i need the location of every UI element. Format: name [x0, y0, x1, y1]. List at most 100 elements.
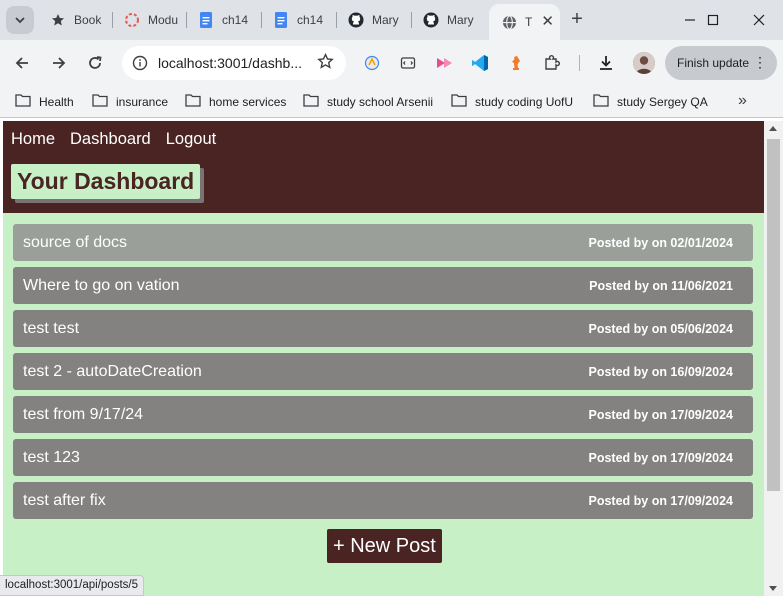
google-docs-icon [198, 12, 214, 28]
main-nav: Home Dashboard Logout [11, 130, 216, 149]
post-meta: Posted by on 17/09/2024 [588, 407, 733, 422]
vscode-icon[interactable] [470, 53, 490, 73]
address-bar[interactable]: localhost:3001/dashb... [122, 46, 346, 80]
bookmark-label: study school Arsenii [327, 94, 434, 109]
post-title[interactable]: test 2 - autoDateCreation [23, 363, 202, 381]
post-title[interactable]: test from 9/17/24 [23, 406, 143, 424]
post-title[interactable]: test after fix [23, 492, 106, 510]
back-button[interactable] [8, 49, 36, 77]
post-title[interactable]: Where to go on vation [23, 277, 180, 295]
tab-title: Mary [372, 13, 399, 27]
tab-active[interactable]: T ✕ [489, 4, 560, 40]
tab-ch14-a[interactable]: ch14 [186, 6, 261, 34]
download-icon[interactable] [596, 53, 616, 73]
browser-toolbar: localhost:3001/dashb... Finish update ⋮ [0, 40, 783, 86]
scroll-up-arrow-icon[interactable] [769, 126, 777, 131]
new-tab-button[interactable]: + [566, 8, 588, 30]
bookmark-folder[interactable]: study Sergey QA [593, 93, 708, 110]
tab-book[interactable]: Book [38, 6, 112, 34]
tab-title: Book [74, 13, 102, 27]
finish-update-button[interactable]: Finish update ⋮ [665, 46, 777, 80]
scroll-thumb[interactable] [767, 139, 780, 491]
bookmark-folder[interactable]: Health [15, 93, 74, 110]
more-vertical-icon: ⋮ [753, 54, 767, 70]
url-text[interactable]: localhost:3001/dashb... [158, 55, 308, 71]
github-icon [423, 12, 439, 28]
tab-title: ch14 [222, 13, 249, 27]
post-card[interactable]: test test Posted by on 05/06/2024 [13, 310, 753, 347]
tab-search-button[interactable] [6, 6, 34, 34]
post-title[interactable]: test test [23, 320, 79, 338]
bookmark-label: home services [209, 94, 287, 109]
loading-ring-icon [124, 12, 140, 28]
bookmark-folder[interactable]: study school Arsenii [303, 93, 433, 110]
post-card[interactable]: Where to go on vation Posted by on 11/06… [13, 267, 753, 304]
extensions-puzzle-icon[interactable] [542, 53, 562, 73]
reload-icon [89, 56, 102, 69]
post-title[interactable]: source of docs [23, 234, 127, 252]
tab-ch14-b[interactable]: ch14 [261, 6, 336, 34]
post-meta: Posted by on 17/09/2024 [588, 450, 733, 465]
tab-github-a[interactable]: Mary [336, 6, 411, 34]
google-docs-icon [273, 12, 289, 28]
globe-icon [501, 14, 517, 30]
folder-icon [185, 93, 201, 110]
post-card[interactable]: source of docs Posted by on 02/01/2024 [13, 224, 753, 261]
tab-title: T [525, 15, 533, 29]
folder-icon [15, 93, 31, 110]
maximize-button[interactable] [691, 6, 735, 34]
bookmark-label: insurance [116, 94, 169, 109]
nav-dashboard-link[interactable]: Dashboard [70, 130, 151, 149]
tab-title: Modu [148, 13, 179, 27]
more-bookmarks-icon[interactable]: » [738, 92, 747, 110]
page-viewport: Home Dashboard Logout Your Dashboard sou… [3, 121, 764, 596]
bookmarks-bar: Health insurance home services study sch… [0, 86, 783, 118]
bookmark-folder[interactable]: home services [185, 93, 286, 110]
close-window-button[interactable] [737, 6, 781, 34]
bookmark-star-icon[interactable] [317, 52, 334, 75]
bookmark-folder[interactable]: insurance [92, 93, 168, 110]
tab-module[interactable]: Modu [112, 6, 186, 34]
post-card[interactable]: test from 9/17/24 Posted by on 17/09/202… [13, 396, 753, 433]
extension-chess-icon[interactable] [506, 53, 526, 73]
close-tab-icon[interactable]: ✕ [541, 12, 554, 30]
chevron-down-icon [15, 17, 25, 24]
maximize-icon [707, 14, 719, 26]
post-title[interactable]: test 123 [23, 449, 80, 467]
post-card[interactable]: test 2 - autoDateCreation Posted by on 1… [13, 353, 753, 390]
extension-translate-icon[interactable] [362, 53, 382, 73]
folder-icon [303, 93, 319, 110]
tab-github-b[interactable]: Mary [411, 6, 486, 34]
bookmark-label: study coding UofU [475, 94, 574, 109]
arrow-right-icon [53, 57, 66, 69]
post-meta: Posted by on 05/06/2024 [588, 321, 733, 336]
star-icon [50, 12, 66, 28]
github-icon [348, 12, 364, 28]
post-meta: Posted by on 16/09/2024 [588, 364, 733, 379]
bookmark-label: Health [39, 94, 74, 109]
new-post-button[interactable]: + New Post [327, 529, 442, 563]
post-meta: Posted by on 17/09/2024 [588, 493, 733, 508]
tab-title: Mary [447, 13, 474, 27]
folder-icon [92, 93, 108, 110]
nav-logout-link[interactable]: Logout [166, 130, 216, 149]
post-card[interactable]: test after fix Posted by on 17/09/2024 [13, 482, 753, 519]
extension-screencast-icon[interactable] [434, 53, 454, 73]
post-card[interactable]: test 123 Posted by on 17/09/2024 [13, 439, 753, 476]
forward-button[interactable] [45, 49, 73, 77]
page-scrollbar[interactable] [764, 121, 783, 596]
profile-avatar[interactable] [633, 52, 655, 74]
folder-icon [451, 93, 467, 110]
link-status-bar: localhost:3001/api/posts/5 [0, 575, 144, 596]
folder-icon [593, 93, 609, 110]
finish-update-label: Finish update [677, 56, 750, 70]
page-header: Home Dashboard Logout Your Dashboard [3, 121, 764, 213]
tab-title: ch14 [297, 13, 324, 27]
nav-home-link[interactable]: Home [11, 130, 55, 149]
tab-strip: Book Modu ch14 ch14 Mary Mary T ✕ + [0, 0, 783, 40]
reload-button[interactable] [81, 49, 109, 77]
scroll-down-arrow-icon[interactable] [769, 586, 777, 591]
bookmark-folder[interactable]: study coding UofU [451, 93, 573, 110]
extension-devtools-icon[interactable] [398, 53, 418, 73]
site-info-icon[interactable] [132, 55, 148, 76]
